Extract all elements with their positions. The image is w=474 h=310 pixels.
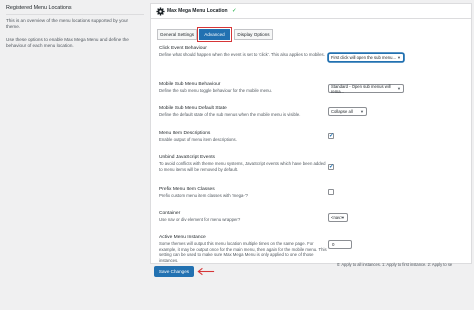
save-changes-button[interactable]: Save Changes — [154, 266, 194, 277]
chevron-down-icon: ▼ — [397, 86, 401, 91]
panel-header: Max Mega Menu Location ✓ — [151, 4, 471, 19]
setting-container: Container Use nav or div element for men… — [159, 211, 329, 223]
chevron-down-icon: ▼ — [397, 55, 401, 60]
active-instance-hint: 0: Apply to all instances. 1: Apply to f… — [337, 262, 453, 267]
divider — [6, 14, 144, 15]
arrow-left-icon — [197, 267, 215, 276]
setting-description: Define the sub menu toggle behaviour for… — [159, 88, 272, 93]
setting-click-event: Click Event Behaviour Define what should… — [159, 46, 329, 58]
menu-location-panel: Max Mega Menu Location ✓ General Setting… — [150, 3, 472, 267]
setting-description: Define what should happen when the event… — [159, 52, 325, 57]
setting-menu-item-descriptions: Menu Item Descriptions Enable output of … — [159, 131, 329, 143]
setting-unbind-js: Unbind JavaScript Events To avoid confli… — [159, 155, 329, 172]
setting-label: Prefix Menu Item Classes — [159, 187, 215, 192]
setting-description: Enable output of menu item descriptions. — [159, 137, 237, 142]
setting-label: Container — [159, 211, 181, 216]
setting-active-instance: Active Menu Instance Some themes will ou… — [159, 235, 329, 263]
setting-label: Menu Item Descriptions — [159, 131, 211, 136]
setting-label: Click Event Behaviour — [159, 46, 207, 51]
setting-label: Unbind JavaScript Events — [159, 155, 215, 160]
mobile-default-state-select[interactable]: Collapse all ▼ — [328, 107, 367, 116]
tab-display-options[interactable]: Display Options — [234, 29, 273, 40]
setting-description: Prefix custom menu item classes with 'me… — [159, 193, 249, 198]
enabled-check-icon: ✓ — [232, 8, 237, 14]
setting-description: Some themes will output this menu locati… — [159, 241, 327, 263]
left-description-column: Registered Menu Locations This is an ove… — [0, 0, 148, 310]
setting-description: To avoid conflicts with theme menu syste… — [159, 161, 326, 172]
click-event-select[interactable]: First click will open the sub menu... ▼ — [328, 53, 404, 62]
select-value: Collapse all — [331, 109, 353, 114]
setting-label: Mobile Sub Menu Default State — [159, 106, 227, 111]
chevron-down-icon: ▼ — [360, 109, 364, 114]
tab-general-settings[interactable]: General Settings — [157, 29, 197, 40]
gear-icon — [156, 7, 165, 16]
select-value: First click will open the sub menu... — [331, 55, 396, 60]
container-select[interactable]: <nav> ▼ — [328, 213, 348, 222]
section-description: This is an overview of the menu location… — [6, 18, 129, 30]
mobile-behaviour-select[interactable]: Standard - Open sub menus will rema... ▼ — [328, 83, 404, 94]
menu-item-descriptions-checkbox[interactable] — [328, 132, 334, 139]
tab-advanced[interactable]: Advanced — [197, 27, 232, 42]
active-instance-input[interactable]: 0 — [328, 240, 352, 249]
prefix-classes-checkbox[interactable] — [328, 189, 334, 195]
setting-description: Define the default state of the sub menu… — [159, 112, 301, 117]
select-value: Standard - Open sub menus will rema... — [331, 83, 391, 94]
setting-description: Use nav or div element for menu wrapper? — [159, 217, 241, 222]
section-title: Registered Menu Locations — [6, 5, 72, 11]
setting-label: Active Menu Instance — [159, 235, 206, 240]
setting-prefix-classes: Prefix Menu Item Classes Prefix custom m… — [159, 187, 329, 199]
panel-title: Max Mega Menu Location — [167, 8, 228, 14]
setting-label: Mobile Sub Menu Behaviour — [159, 82, 221, 87]
chevron-down-icon: ▼ — [341, 215, 345, 220]
unbind-js-checkbox[interactable] — [328, 163, 334, 170]
setting-mobile-behaviour: Mobile Sub Menu Behaviour Define the sub… — [159, 82, 329, 94]
setting-mobile-default-state: Mobile Sub Menu Default State Define the… — [159, 106, 329, 118]
section-instructions: Use these options to enable Max Mega Men… — [6, 37, 129, 49]
